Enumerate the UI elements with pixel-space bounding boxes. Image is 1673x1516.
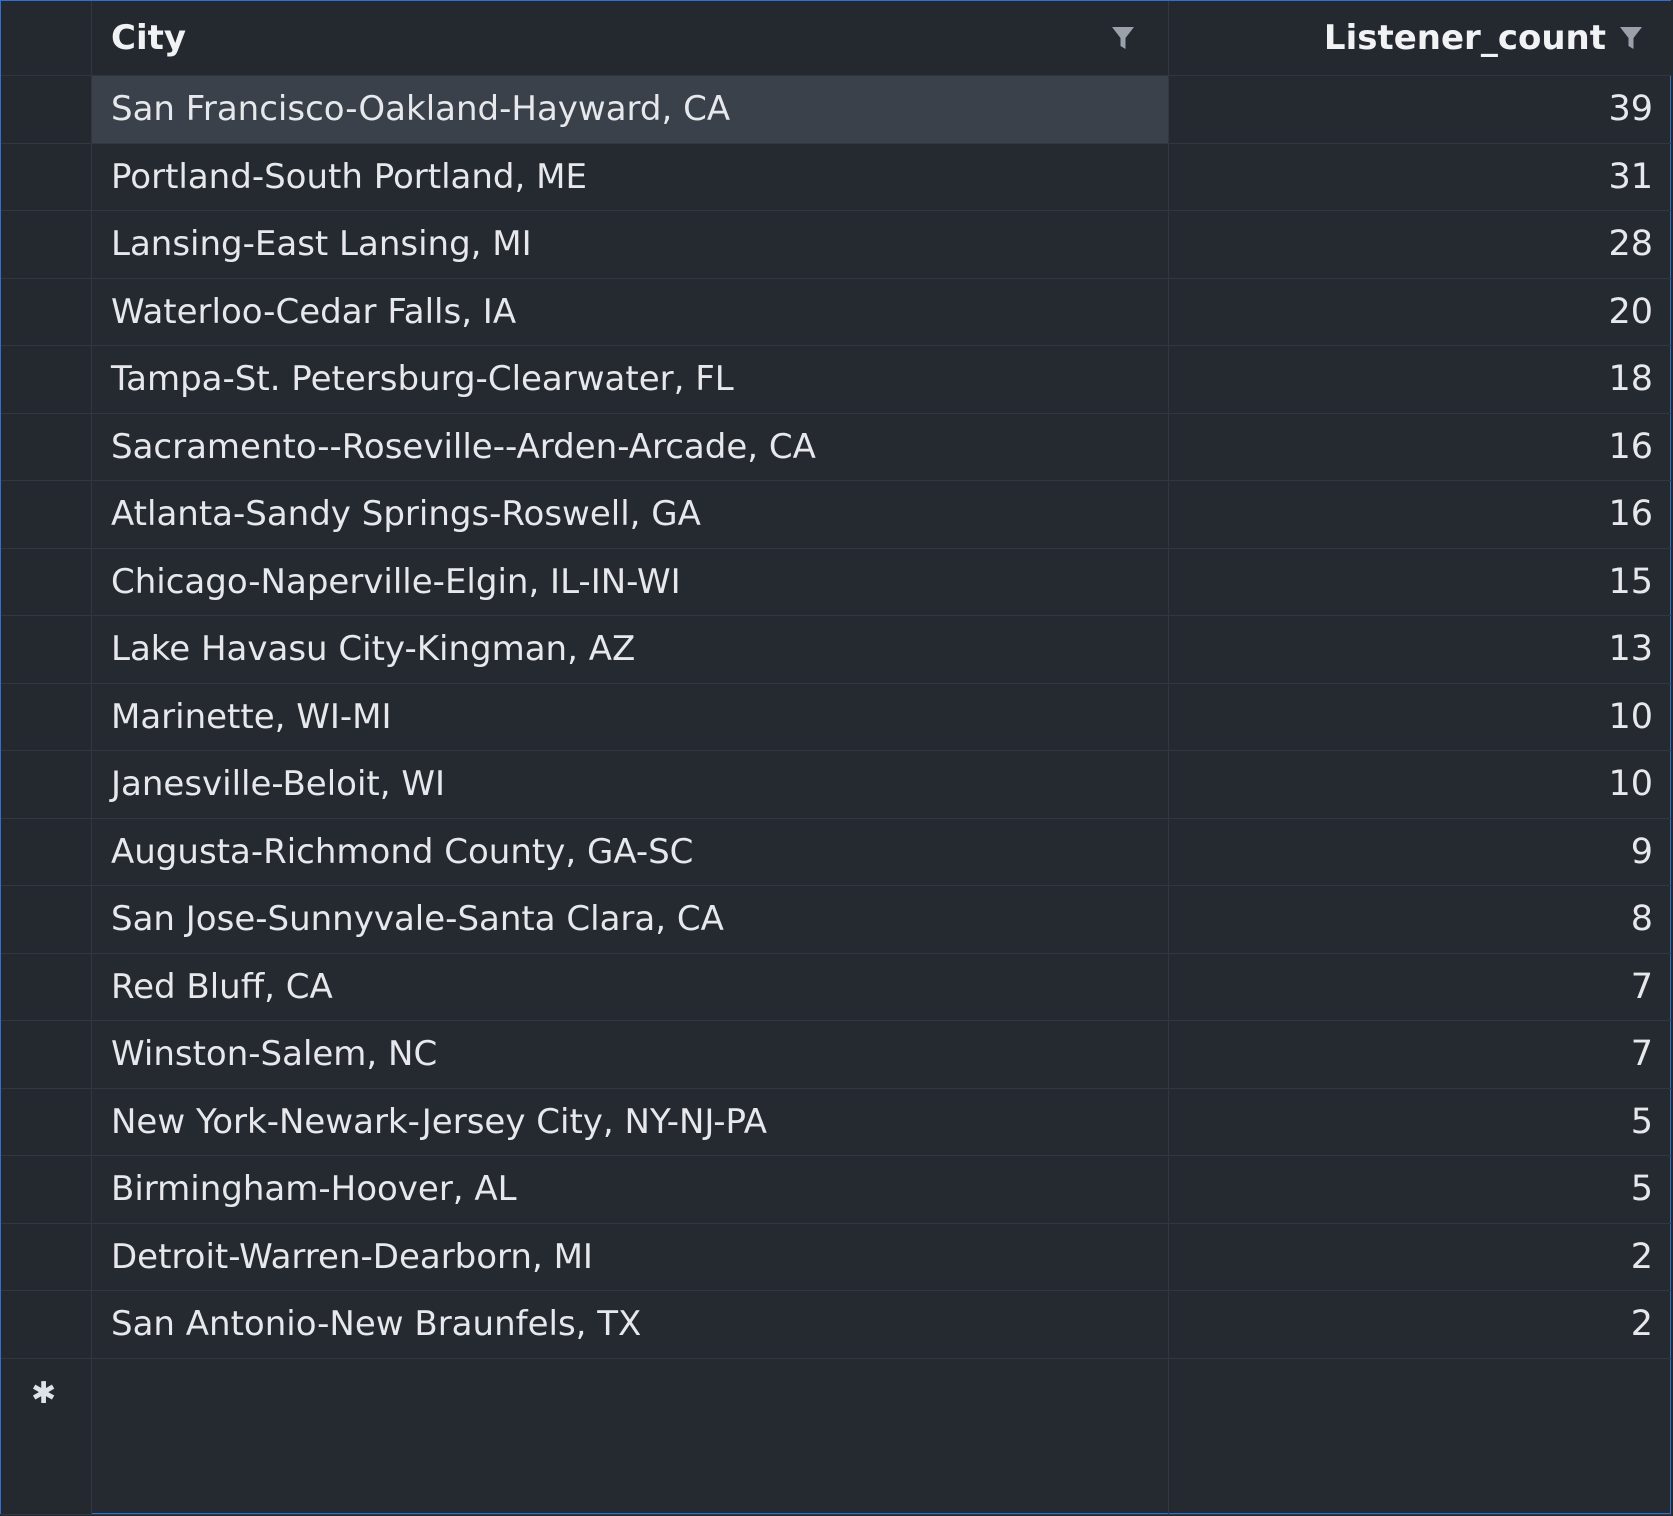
table-row[interactable]: Lake Havasu City-Kingman, AZ 13: [1, 616, 1672, 684]
table-row[interactable]: Waterloo-Cedar Falls, IA 20: [1, 278, 1672, 346]
new-row[interactable]: ✱: [1, 1358, 1672, 1515]
listener-count-cell[interactable]: 10: [1169, 751, 1672, 818]
listener-count-cell[interactable]: 8: [1169, 886, 1672, 953]
table-row[interactable]: Tampa-St. Petersburg-Clearwater, FL 18: [1, 346, 1672, 414]
city-cell[interactable]: Portland-South Portland, ME: [92, 143, 1169, 210]
table-row[interactable]: San Francisco-Oakland-Hayward, CA 39: [1, 76, 1672, 144]
city-cell[interactable]: Sacramento--Roseville--Arden-Arcade, CA: [92, 413, 1169, 480]
table-row[interactable]: San Jose-Sunnyvale-Santa Clara, CA 8: [1, 886, 1672, 954]
listener-count-cell[interactable]: 5: [1169, 1156, 1672, 1223]
filter-icon[interactable]: [1619, 25, 1643, 53]
city-cell[interactable]: San Jose-Sunnyvale-Santa Clara, CA: [92, 886, 1169, 953]
new-row-count-cell[interactable]: [1169, 1359, 1672, 1515]
city-cell[interactable]: San Antonio-New Braunfels, TX: [92, 1291, 1169, 1358]
table-row[interactable]: Marinette, WI-MI 10: [1, 683, 1672, 751]
row-selector-header[interactable]: [1, 1, 92, 75]
row-selector[interactable]: [1, 751, 92, 818]
new-row-city-cell[interactable]: [92, 1358, 1169, 1514]
city-cell[interactable]: New York-Newark-Jersey City, NY-NJ-PA: [92, 1088, 1169, 1155]
table-row[interactable]: New York-Newark-Jersey City, NY-NJ-PA 5: [1, 1088, 1672, 1156]
row-selector[interactable]: [1, 143, 92, 210]
row-selector[interactable]: [1, 76, 92, 143]
listener-count-cell[interactable]: 20: [1169, 279, 1672, 346]
listener-count-column-title: Listener_count: [1323, 18, 1606, 58]
listener-count-cell[interactable]: 2: [1169, 1291, 1672, 1358]
listener-count-cell[interactable]: 16: [1169, 481, 1672, 548]
city-cell[interactable]: Lake Havasu City-Kingman, AZ: [92, 616, 1169, 683]
listener-count-cell[interactable]: 7: [1169, 1021, 1672, 1088]
listener-count-cell[interactable]: 5: [1169, 1089, 1672, 1156]
table-row[interactable]: Sacramento--Roseville--Arden-Arcade, CA 1…: [1, 413, 1672, 481]
table-row[interactable]: Lansing-East Lansing, MI 28: [1, 211, 1672, 279]
row-selector[interactable]: [1, 548, 92, 615]
row-selector[interactable]: [1, 1156, 92, 1223]
table-row[interactable]: San Antonio-New Braunfels, TX 2: [1, 1291, 1672, 1359]
city-column-header[interactable]: City: [92, 1, 1169, 75]
row-selector[interactable]: [1, 278, 92, 345]
row-selector[interactable]: [1, 1223, 92, 1290]
listener-count-cell[interactable]: 7: [1169, 954, 1672, 1021]
city-cell[interactable]: Janesville-Beloit, WI: [92, 751, 1169, 818]
table-row[interactable]: Augusta-Richmond County, GA-SC 9: [1, 818, 1672, 886]
table-row[interactable]: Atlanta-Sandy Springs-Roswell, GA 16: [1, 481, 1672, 549]
listener-count-cell[interactable]: 15: [1169, 549, 1672, 616]
column-header-row: City Listener_count: [1, 1, 1672, 76]
city-column-title: City: [111, 18, 187, 58]
results-grid: City Listener_count San Francisco-Oaklan…: [0, 0, 1672, 1515]
listener-count-cell[interactable]: 2: [1169, 1224, 1672, 1291]
city-cell[interactable]: Winston-Salem, NC: [92, 1021, 1169, 1088]
listener-count-cell[interactable]: 13: [1169, 616, 1672, 683]
row-selector[interactable]: [1, 211, 92, 278]
listener-count-cell[interactable]: 31: [1169, 144, 1672, 211]
city-cell[interactable]: Augusta-Richmond County, GA-SC: [92, 818, 1169, 885]
listener-count-column-header[interactable]: Listener_count: [1169, 1, 1672, 75]
table-row[interactable]: Janesville-Beloit, WI 10: [1, 751, 1672, 819]
city-cell[interactable]: Lansing-East Lansing, MI: [92, 211, 1169, 278]
listener-count-cell[interactable]: 18: [1169, 346, 1672, 413]
city-cell[interactable]: Marinette, WI-MI: [92, 683, 1169, 750]
table-row[interactable]: Chicago-Naperville-Elgin, IL-IN-WI 15: [1, 548, 1672, 616]
city-cell[interactable]: Red Bluff, CA: [92, 953, 1169, 1020]
city-cell[interactable]: Waterloo-Cedar Falls, IA: [92, 278, 1169, 345]
row-selector[interactable]: [1, 1291, 92, 1358]
row-selector[interactable]: [1, 818, 92, 885]
row-selector[interactable]: [1, 1088, 92, 1155]
city-cell[interactable]: Tampa-St. Petersburg-Clearwater, FL: [92, 346, 1169, 413]
row-selector[interactable]: [1, 886, 92, 953]
city-cell[interactable]: Detroit-Warren-Dearborn, MI: [92, 1223, 1169, 1290]
new-row-selector[interactable]: ✱: [1, 1358, 92, 1514]
listener-count-cell[interactable]: 9: [1169, 819, 1672, 886]
city-cell[interactable]: Chicago-Naperville-Elgin, IL-IN-WI: [92, 548, 1169, 615]
listener-count-cell[interactable]: 39: [1169, 76, 1672, 143]
city-cell[interactable]: Atlanta-Sandy Springs-Roswell, GA: [92, 481, 1169, 548]
table-row[interactable]: Detroit-Warren-Dearborn, MI 2: [1, 1223, 1672, 1291]
table-row[interactable]: Winston-Salem, NC 7: [1, 1021, 1672, 1089]
filter-icon[interactable]: [1111, 25, 1135, 53]
row-selector[interactable]: [1, 481, 92, 548]
row-selector[interactable]: [1, 346, 92, 413]
city-cell[interactable]: Birmingham-Hoover, AL: [92, 1156, 1169, 1223]
table-row[interactable]: Birmingham-Hoover, AL 5: [1, 1156, 1672, 1224]
row-selector[interactable]: [1, 683, 92, 750]
asterisk-icon: ✱: [31, 1375, 57, 1411]
row-selector[interactable]: [1, 616, 92, 683]
listener-count-cell[interactable]: 16: [1169, 414, 1672, 481]
listener-count-cell[interactable]: 10: [1169, 684, 1672, 751]
table-row[interactable]: Red Bluff, CA 7: [1, 953, 1672, 1021]
row-selector[interactable]: [1, 413, 92, 480]
row-selector[interactable]: [1, 1021, 92, 1088]
table-row[interactable]: Portland-South Portland, ME 31: [1, 143, 1672, 211]
city-cell[interactable]: San Francisco-Oakland-Hayward, CA: [92, 76, 1169, 143]
row-selector[interactable]: [1, 953, 92, 1020]
listener-count-cell[interactable]: 28: [1169, 211, 1672, 278]
